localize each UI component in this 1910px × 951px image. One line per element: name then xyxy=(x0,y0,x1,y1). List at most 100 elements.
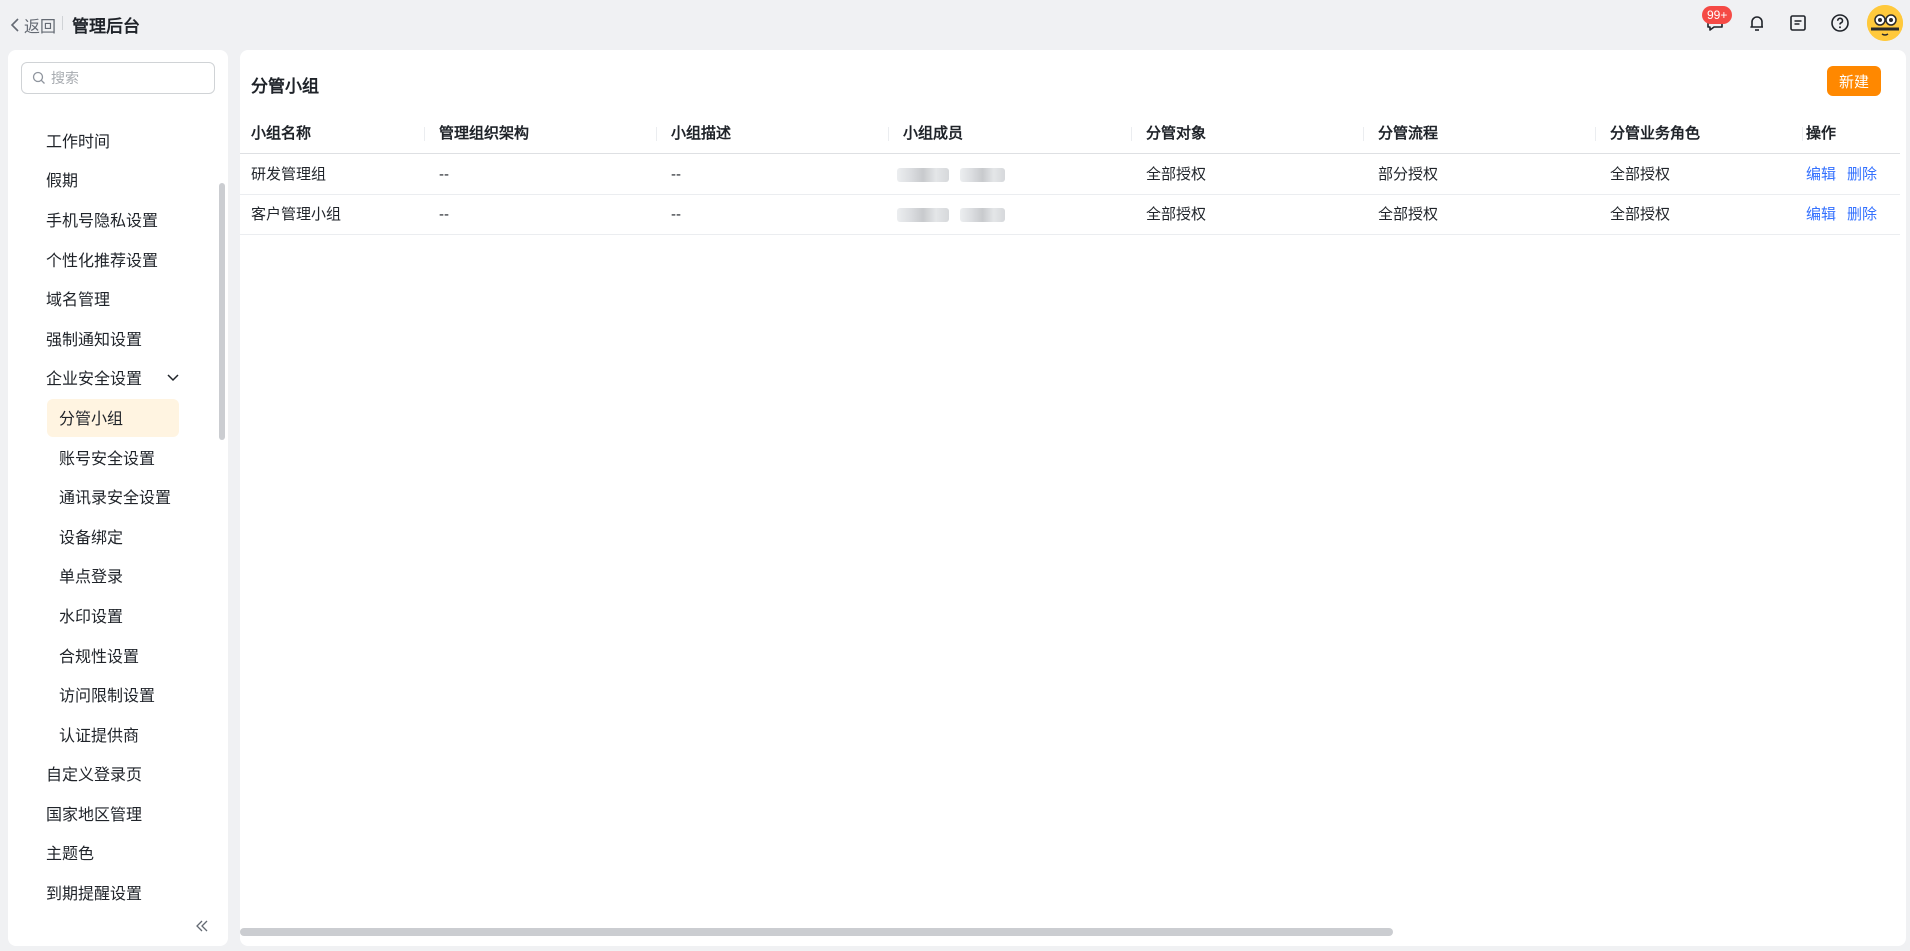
cell-description: -- xyxy=(671,206,681,223)
sidebar-item-watermark[interactable]: 水印设置 xyxy=(8,595,228,635)
sidebar-item-label: 手机号隐私设置 xyxy=(46,212,159,230)
sidebar: 工作时间 假期 手机号隐私设置 个性化推荐设置 域名管理 强制通知设置 企业安全… xyxy=(8,50,228,946)
sidebar-item-work-hours[interactable]: 工作时间 xyxy=(8,120,228,160)
column-separator xyxy=(656,127,657,141)
cell-business-role: 全部授权 xyxy=(1610,166,1671,183)
sidebar-item-label: 单点登录 xyxy=(59,569,124,587)
sidebar-item-holidays[interactable]: 假期 xyxy=(8,160,228,200)
column-separator xyxy=(1131,127,1132,141)
sidebar-item-sso[interactable]: 单点登录 xyxy=(8,556,228,596)
sidebar-item-label: 主题色 xyxy=(46,846,95,864)
sidebar-item-label: 到期提醒设置 xyxy=(46,886,143,904)
delete-link[interactable]: 删除 xyxy=(1847,195,1877,235)
sidebar-item-admin-groups[interactable]: 分管小组 xyxy=(8,397,228,438)
sidebar-item-access-restriction[interactable]: 访问限制设置 xyxy=(8,674,228,714)
cell-org-structure: -- xyxy=(439,166,449,183)
cell-business-role: 全部授权 xyxy=(1610,206,1671,223)
column-header-business-role: 分管业务角色 xyxy=(1610,125,1701,142)
notepad-icon xyxy=(1790,15,1806,31)
column-separator xyxy=(1802,127,1803,141)
sidebar-item-theme-color[interactable]: 主题色 xyxy=(8,833,228,873)
cell-group-name: 客户管理小组 xyxy=(251,206,342,223)
member-name-blurred xyxy=(960,168,1005,182)
sidebar-item-label: 个性化推荐设置 xyxy=(46,252,159,270)
chevron-down-icon xyxy=(167,374,179,381)
app-title: 管理后台 xyxy=(72,17,140,36)
sidebar-item-custom-login-page[interactable]: 自定义登录页 xyxy=(8,754,228,794)
edit-link[interactable]: 编辑 xyxy=(1806,195,1836,235)
edit-link[interactable]: 编辑 xyxy=(1806,155,1836,195)
sidebar-item-phone-privacy[interactable]: 手机号隐私设置 xyxy=(8,199,228,239)
sidebar-item-label: 认证提供商 xyxy=(59,727,140,745)
column-separator xyxy=(1363,127,1364,141)
column-separator xyxy=(1595,127,1596,141)
sidebar-item-contacts-security[interactable]: 通讯录安全设置 xyxy=(8,476,228,516)
sidebar-item-auth-provider[interactable]: 认证提供商 xyxy=(8,714,228,754)
cell-target: 全部授权 xyxy=(1146,166,1207,183)
cell-group-name: 研发管理组 xyxy=(251,166,327,183)
sidebar-item-label: 设备绑定 xyxy=(59,529,124,547)
horizontal-scrollbar-thumb[interactable] xyxy=(240,928,1393,936)
page-title: 分管小组 xyxy=(251,77,319,96)
column-header-org-structure: 管理组织架构 xyxy=(439,125,530,142)
notepad-button[interactable] xyxy=(1786,11,1810,35)
column-separator xyxy=(424,127,425,141)
sidebar-item-label: 水印设置 xyxy=(59,608,124,626)
sidebar-item-label: 合规性设置 xyxy=(59,648,140,666)
sidebar-item-label: 国家地区管理 xyxy=(46,806,143,824)
member-name-blurred xyxy=(960,208,1005,222)
member-avatar-blurred xyxy=(897,208,949,222)
bee-mascot-icon xyxy=(1867,5,1903,41)
help-icon xyxy=(1831,14,1849,32)
column-header-group-name: 小组名称 xyxy=(251,125,312,142)
cell-target: 全部授权 xyxy=(1146,206,1207,223)
collapse-sidebar-icon[interactable] xyxy=(194,918,210,934)
table-row[interactable]: 客户管理小组 -- -- 全部授权 全部授权 全部授权 编辑 删除 xyxy=(240,195,1900,235)
header-divider xyxy=(62,16,63,30)
delete-link[interactable]: 删除 xyxy=(1847,155,1877,195)
sidebar-item-label: 企业安全设置 xyxy=(46,371,143,389)
sidebar-item-enterprise-security[interactable]: 企业安全设置 xyxy=(8,358,228,398)
sidebar-item-label: 分管小组 xyxy=(59,410,124,428)
column-header-target: 分管对象 xyxy=(1146,125,1207,142)
sidebar-item-domain-management[interactable]: 域名管理 xyxy=(8,278,228,318)
main-panel: 分管小组 新建 小组名称 管理组织架构 小组描述 小组成员 分管对象 分管流程 … xyxy=(240,50,1906,946)
sidebar-item-label: 访问限制设置 xyxy=(59,688,156,706)
column-header-process: 分管流程 xyxy=(1378,125,1439,142)
sidebar-item-compliance[interactable]: 合规性设置 xyxy=(8,635,228,675)
cell-org-structure: -- xyxy=(439,206,449,223)
top-bar: 返回 管理后台 99+ xyxy=(0,0,1910,46)
member-avatar-blurred xyxy=(897,168,949,182)
sidebar-nav: 工作时间 假期 手机号隐私设置 个性化推荐设置 域名管理 强制通知设置 企业安全… xyxy=(8,120,228,912)
sidebar-item-label: 自定义登录页 xyxy=(46,767,143,785)
sidebar-item-device-binding[interactable]: 设备绑定 xyxy=(8,516,228,556)
sidebar-item-label: 强制通知设置 xyxy=(46,331,143,349)
new-button[interactable]: 新建 xyxy=(1827,66,1881,96)
sidebar-item-personalized-recommendation[interactable]: 个性化推荐设置 xyxy=(8,239,228,279)
sidebar-item-expiry-reminder[interactable]: 到期提醒设置 xyxy=(8,872,228,912)
help-button[interactable] xyxy=(1828,11,1852,35)
sidebar-item-label: 通讯录安全设置 xyxy=(59,490,172,508)
sidebar-scrollbar[interactable] xyxy=(219,183,225,440)
notifications-button[interactable] xyxy=(1745,11,1769,35)
sidebar-item-label: 工作时间 xyxy=(46,133,111,151)
column-separator xyxy=(888,127,889,141)
back-label: 返回 xyxy=(24,19,57,36)
column-header-members: 小组成员 xyxy=(903,125,964,142)
table-header: 小组名称 管理组织架构 小组描述 小组成员 分管对象 分管流程 分管业务角色 操… xyxy=(240,114,1900,154)
cell-process: 部分授权 xyxy=(1378,166,1439,183)
search-icon xyxy=(32,71,45,84)
avatar[interactable] xyxy=(1867,5,1903,41)
table-row[interactable]: 研发管理组 -- -- 全部授权 部分授权 全部授权 编辑 删除 xyxy=(240,155,1900,195)
search-box[interactable] xyxy=(21,62,215,94)
sidebar-item-forced-notification[interactable]: 强制通知设置 xyxy=(8,318,228,358)
chevron-left-icon xyxy=(10,18,19,32)
sidebar-item-label: 账号安全设置 xyxy=(59,450,156,468)
sidebar-item-account-security[interactable]: 账号安全设置 xyxy=(8,437,228,477)
sidebar-item-label: 域名管理 xyxy=(46,292,111,310)
notification-badge: 99+ xyxy=(1702,6,1733,24)
sidebar-item-label: 假期 xyxy=(46,173,79,191)
back-button[interactable]: 返回 xyxy=(10,13,56,37)
search-input[interactable] xyxy=(51,70,201,86)
sidebar-item-country-region[interactable]: 国家地区管理 xyxy=(8,793,228,833)
